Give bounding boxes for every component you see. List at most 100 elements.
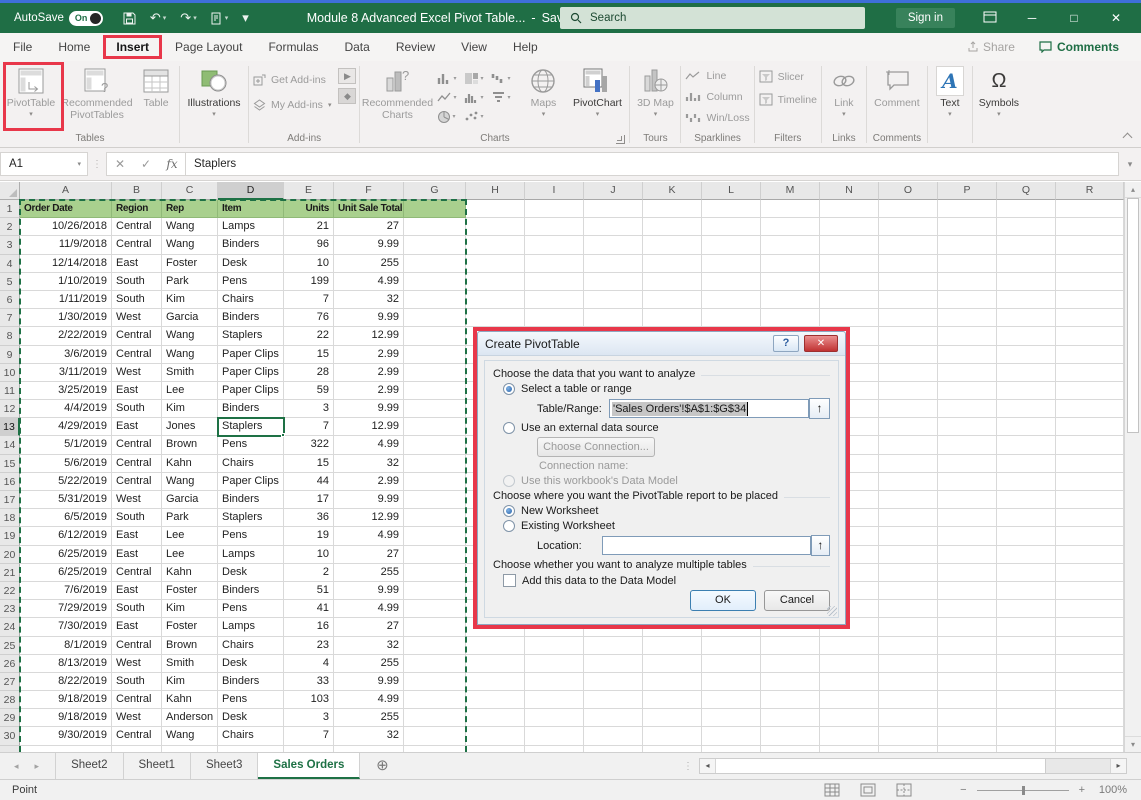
radio-unselected-icon[interactable]: [503, 520, 515, 532]
illustrations-button[interactable]: Illustrations ▾: [181, 64, 247, 121]
cell-O13[interactable]: [879, 418, 938, 436]
cell-E7[interactable]: 76: [284, 309, 334, 327]
cell-G3[interactable]: [404, 236, 466, 254]
cell-K30[interactable]: [643, 727, 702, 745]
cell-A8[interactable]: 2/22/2019: [20, 327, 112, 345]
cell-M27[interactable]: [761, 673, 820, 691]
cell-R2[interactable]: [1056, 218, 1124, 236]
column-header-K[interactable]: K: [643, 182, 702, 200]
table-button[interactable]: Table: [134, 64, 178, 112]
cell-B10[interactable]: West: [112, 364, 162, 382]
cell-R12[interactable]: [1056, 400, 1124, 418]
cell-I5[interactable]: [525, 273, 584, 291]
row-header-6[interactable]: 6: [0, 291, 20, 309]
row-header-22[interactable]: 22: [0, 582, 20, 600]
cell-H28[interactable]: [466, 691, 525, 709]
cell-R20[interactable]: [1056, 546, 1124, 564]
cell-A29[interactable]: 9/18/2019: [20, 709, 112, 727]
cell-A25[interactable]: 8/1/2019: [20, 637, 112, 655]
cell-F8[interactable]: 12.99: [334, 327, 404, 345]
resize-grip[interactable]: [827, 606, 837, 616]
cell-P16[interactable]: [938, 473, 997, 491]
cell-R22[interactable]: [1056, 582, 1124, 600]
cell-G7[interactable]: [404, 309, 466, 327]
cell-A6[interactable]: 1/11/2019: [20, 291, 112, 309]
cell-Q11[interactable]: [997, 382, 1056, 400]
cell-C23[interactable]: Kim: [162, 600, 218, 618]
cell-O26[interactable]: [879, 655, 938, 673]
redo-icon[interactable]: ↷▾: [180, 10, 196, 26]
cell-D15[interactable]: Chairs: [218, 455, 284, 473]
formula-bar-drag-handle[interactable]: ⋮: [88, 159, 106, 170]
cell-F11[interactable]: 2.99: [334, 382, 404, 400]
cell-G15[interactable]: [404, 455, 466, 473]
cell-I1[interactable]: [525, 200, 584, 218]
cell-A7[interactable]: 1/30/2019: [20, 309, 112, 327]
cell-Q27[interactable]: [997, 673, 1056, 691]
cell-C3[interactable]: Wang: [162, 236, 218, 254]
cell-P28[interactable]: [938, 691, 997, 709]
cell-L2[interactable]: [702, 218, 761, 236]
sheet-next-icon[interactable]: ▸: [35, 761, 40, 772]
column-header-J[interactable]: J: [584, 182, 643, 200]
cell-B15[interactable]: Central: [112, 455, 162, 473]
cell-A15[interactable]: 5/6/2019: [20, 455, 112, 473]
radio-external-source[interactable]: Use an external data source: [503, 422, 830, 434]
radio-unselected-icon[interactable]: [503, 422, 515, 434]
cell-Q12[interactable]: [997, 400, 1056, 418]
cell-R8[interactable]: [1056, 327, 1124, 345]
cell-F30[interactable]: 32: [334, 727, 404, 745]
cell-F18[interactable]: 12.99: [334, 509, 404, 527]
cell-E22[interactable]: 51: [284, 582, 334, 600]
cell-A5[interactable]: 1/10/2019: [20, 273, 112, 291]
scroll-right-icon[interactable]: ▸: [1110, 759, 1126, 773]
cell-Q19[interactable]: [997, 527, 1056, 545]
cell-F2[interactable]: 27: [334, 218, 404, 236]
cell-G9[interactable]: [404, 346, 466, 364]
row-header-16[interactable]: 16: [0, 473, 20, 491]
slicer-button[interactable]: Slicer: [756, 67, 807, 86]
cell-M26[interactable]: [761, 655, 820, 673]
cell-P20[interactable]: [938, 546, 997, 564]
row-header-21[interactable]: 21: [0, 564, 20, 582]
dialog-close-button[interactable]: ✕: [804, 335, 838, 352]
cell-F20[interactable]: 27: [334, 546, 404, 564]
checkbox-unchecked-icon[interactable]: [503, 574, 516, 587]
cell-Q3[interactable]: [997, 236, 1056, 254]
sparkline-column-button[interactable]: Column: [682, 87, 745, 106]
cell-K29[interactable]: [643, 709, 702, 727]
cell-P5[interactable]: [938, 273, 997, 291]
dialog-title-bar[interactable]: Create PivotTable ? ✕: [478, 332, 845, 356]
cell-I7[interactable]: [525, 309, 584, 327]
cell-D1[interactable]: Item: [218, 200, 284, 218]
histogram-chart-icon[interactable]: ▾: [464, 88, 491, 107]
cell-C18[interactable]: Park: [162, 509, 218, 527]
comments-button[interactable]: Comments: [1031, 37, 1127, 57]
cell-H26[interactable]: [466, 655, 525, 673]
cell-P14[interactable]: [938, 436, 997, 454]
sparkline-line-button[interactable]: Line: [682, 66, 729, 85]
column-header-N[interactable]: N: [820, 182, 879, 200]
cell-E13[interactable]: 7: [284, 418, 334, 436]
cell-D26[interactable]: Desk: [218, 655, 284, 673]
cell-A2[interactable]: 10/26/2018: [20, 218, 112, 236]
cell-J3[interactable]: [584, 236, 643, 254]
waterfall-chart-icon[interactable]: ▾: [491, 69, 518, 88]
scroll-down-icon[interactable]: ▾: [1125, 736, 1141, 752]
cell-K4[interactable]: [643, 255, 702, 273]
cell-K25[interactable]: [643, 637, 702, 655]
cell-P21[interactable]: [938, 564, 997, 582]
cell-E4[interactable]: 10: [284, 255, 334, 273]
cell-F26[interactable]: 255: [334, 655, 404, 673]
cell-E17[interactable]: 17: [284, 491, 334, 509]
cell-J1[interactable]: [584, 200, 643, 218]
row-header-18[interactable]: 18: [0, 509, 20, 527]
cell-A11[interactable]: 3/25/2019: [20, 382, 112, 400]
cell-C29[interactable]: Anderson: [162, 709, 218, 727]
cell-Q1[interactable]: [997, 200, 1056, 218]
cell-D13[interactable]: Staplers: [218, 418, 284, 436]
cell-C11[interactable]: Lee: [162, 382, 218, 400]
cell-E18[interactable]: 36: [284, 509, 334, 527]
cell-F7[interactable]: 9.99: [334, 309, 404, 327]
cell-L28[interactable]: [702, 691, 761, 709]
